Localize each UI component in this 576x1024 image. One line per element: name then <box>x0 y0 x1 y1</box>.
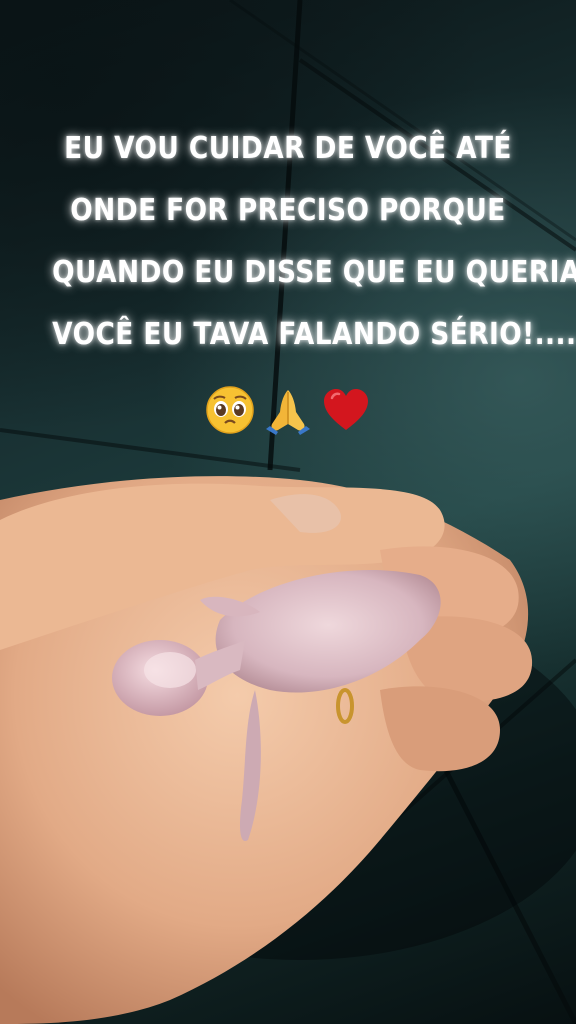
red-heart-icon <box>324 389 368 430</box>
caption-line-4: VOCÊ EU TAVA FALANDO SÉRIO!...... <box>52 317 576 352</box>
caption-line-3: QUANDO EU DISSE QUE EU QUERIA <box>52 255 576 290</box>
story-caption: EU VOU CUIDAR DE VOCÊ ATÉ ONDE FOR PRECI… <box>52 118 576 366</box>
pleading-face-icon <box>206 386 254 434</box>
story-frame: EU VOU CUIDAR DE VOCÊ ATÉ ONDE FOR PRECI… <box>0 0 576 1024</box>
folded-hands-icon <box>266 390 310 435</box>
emoji-row <box>0 384 576 440</box>
caption-line-1: EU VOU CUIDAR DE VOCÊ ATÉ <box>64 131 512 166</box>
caption-line-2: ONDE FOR PRECISO PORQUE <box>70 193 506 228</box>
